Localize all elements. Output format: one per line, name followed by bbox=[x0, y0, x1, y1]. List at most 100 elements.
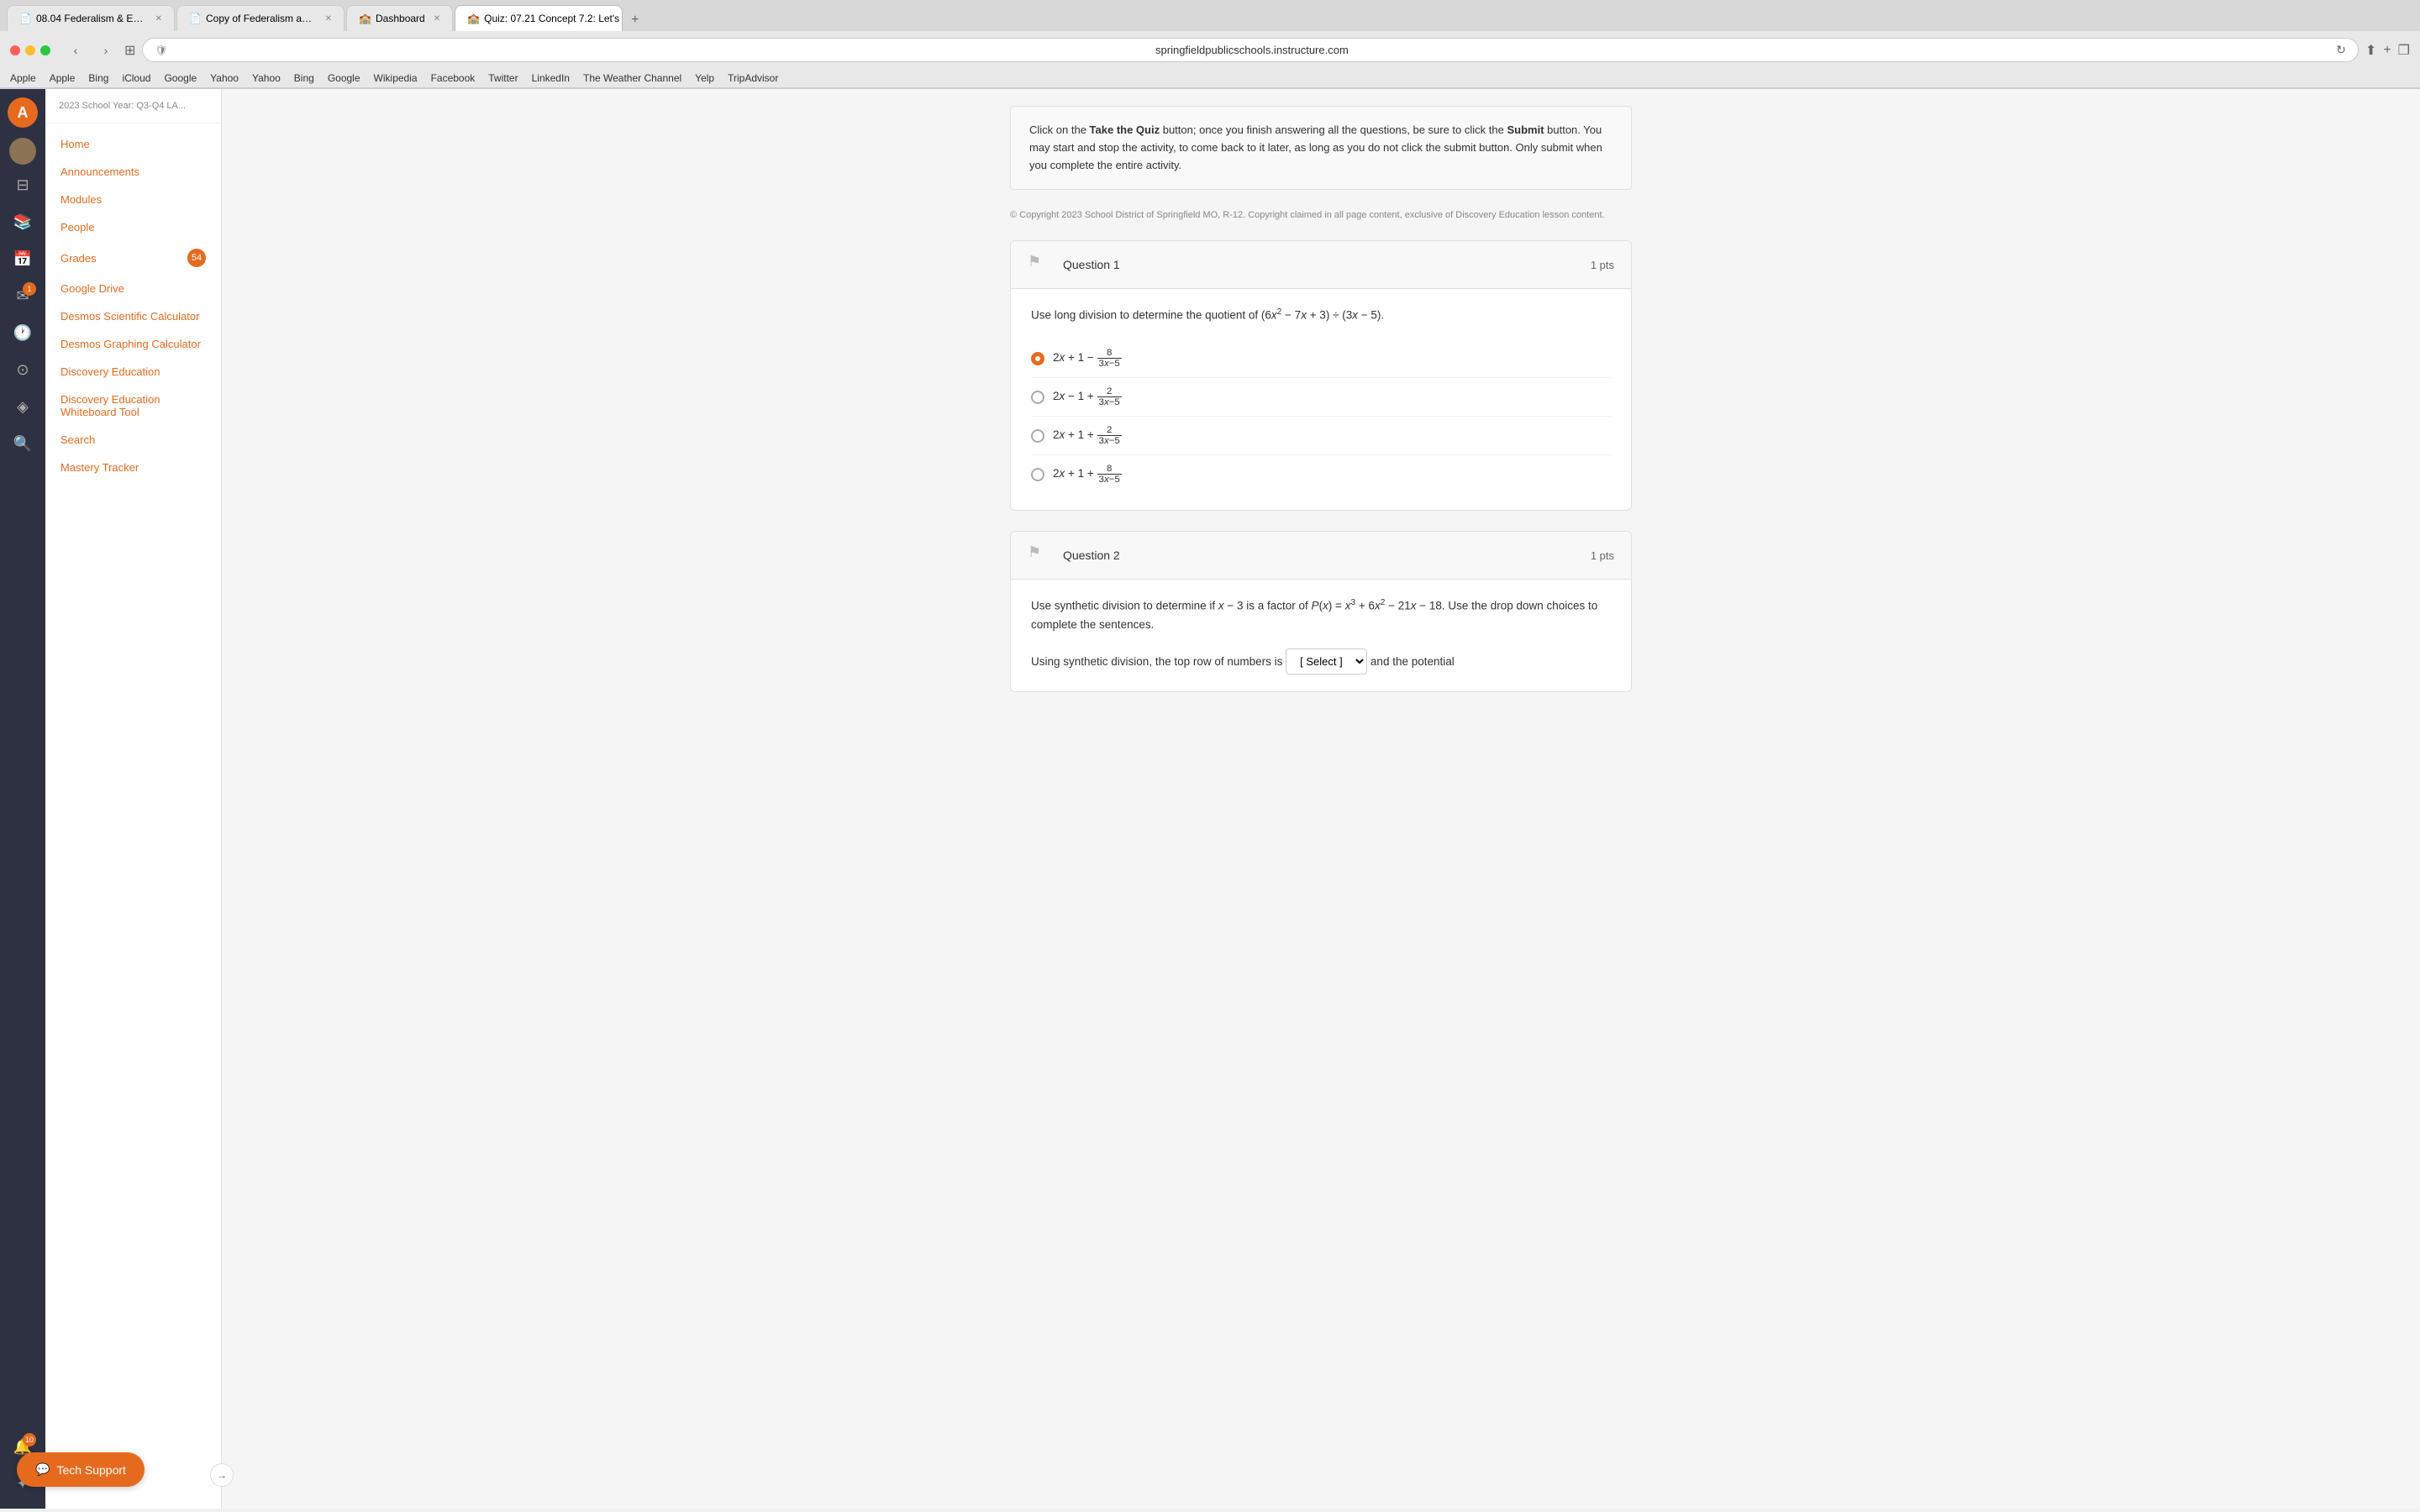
bookmark-facebook[interactable]: Facebook bbox=[431, 72, 476, 84]
nav-item-google-drive[interactable]: Google Drive bbox=[45, 275, 221, 302]
bookmark-google2[interactable]: Google bbox=[328, 72, 360, 84]
q2-partial-text2: and the potential bbox=[1370, 655, 1455, 668]
nav-item-home[interactable]: Home bbox=[45, 130, 221, 158]
bookmark-icloud[interactable]: iCloud bbox=[122, 72, 150, 84]
tabs-bar: 📄 08.04 Federalism & Education ✕ 📄 Copy … bbox=[0, 0, 2420, 31]
tech-support-icon: 💬 bbox=[35, 1462, 50, 1477]
close-window-button[interactable] bbox=[10, 45, 20, 55]
answer-choice-q1a[interactable]: 2x + 1 − 83x−5 bbox=[1031, 339, 1611, 378]
tab-quiz-active[interactable]: 🏫 Quiz: 07.21 Concept 7.2: Let's Practic… bbox=[455, 5, 623, 31]
bookmark-tripadvisor[interactable]: TripAdvisor bbox=[728, 72, 778, 84]
question-2-partial: Using synthetic division, the top row of… bbox=[1031, 648, 1611, 675]
nav-item-desmos-graphing[interactable]: Desmos Graphing Calculator bbox=[45, 330, 221, 358]
bookmark-google1[interactable]: Google bbox=[164, 72, 197, 84]
sidebar-icon-calendar[interactable]: 📅 bbox=[6, 242, 39, 276]
nav-item-desmos-scientific[interactable]: Desmos Scientific Calculator bbox=[45, 302, 221, 330]
collapse-icon: → bbox=[217, 1469, 227, 1481]
grid-icon[interactable]: ⊞ bbox=[124, 42, 135, 59]
bookmarks-bar: Apple Apple Bing iCloud Google Yahoo Yah… bbox=[0, 69, 2420, 88]
choice-text-q1a: 2x + 1 − 83x−5 bbox=[1053, 348, 1122, 369]
copyright-text: © Copyright 2023 School District of Spri… bbox=[1010, 210, 1632, 220]
nav-label-desmos-graphing: Desmos Graphing Calculator bbox=[60, 338, 201, 350]
bookmark-weather-channel[interactable]: The Weather Channel bbox=[583, 72, 681, 84]
nav-label-discovery-education: Discovery Education bbox=[60, 365, 160, 378]
nav-item-people[interactable]: People bbox=[45, 213, 221, 241]
bookmark-twitter[interactable]: Twitter bbox=[488, 72, 518, 84]
browser-chrome: 📄 08.04 Federalism & Education ✕ 📄 Copy … bbox=[0, 0, 2420, 89]
choice-text-q1d: 2x + 1 + 83x−5 bbox=[1053, 464, 1122, 485]
flag-icon-q2[interactable]: ⚑ bbox=[1028, 543, 1048, 567]
sidebar-icon-commons[interactable]: ⊙ bbox=[6, 353, 39, 386]
nav-item-mastery-tracker[interactable]: Mastery Tracker bbox=[45, 454, 221, 481]
nav-label-mastery-tracker: Mastery Tracker bbox=[60, 461, 139, 474]
nav-item-discovery-whiteboard[interactable]: Discovery Education Whiteboard Tool bbox=[45, 386, 221, 426]
address-bar[interactable]: 🛡 springfieldpublicschools.instructure.c… bbox=[142, 38, 2359, 62]
share-button[interactable]: ⬆ bbox=[2365, 42, 2376, 59]
nav-label-discovery-whiteboard: Discovery Education Whiteboard Tool bbox=[60, 393, 206, 418]
bookmark-bing2[interactable]: Bing bbox=[294, 72, 314, 84]
tab-label: 08.04 Federalism & Education bbox=[36, 13, 147, 24]
sidebar-icon-history[interactable]: 🕐 bbox=[6, 316, 39, 349]
answer-choice-q1d[interactable]: 2x + 1 + 83x−5 bbox=[1031, 455, 1611, 493]
avatar[interactable] bbox=[9, 138, 36, 165]
bookmark-apple1[interactable]: Apple bbox=[10, 72, 36, 84]
url-text: springfieldpublicschools.instructure.com bbox=[175, 44, 2330, 56]
back-button[interactable]: ‹ bbox=[64, 39, 87, 62]
minimize-window-button[interactable] bbox=[25, 45, 35, 55]
inbox-badge: 1 bbox=[23, 282, 36, 296]
nav-item-grades[interactable]: Grades 54 bbox=[45, 241, 221, 275]
question-1-card: ⚑ Question 1 1 pts Use long division to … bbox=[1010, 240, 1632, 511]
forward-button[interactable]: › bbox=[94, 39, 118, 62]
tech-support-button[interactable]: 💬 Tech Support bbox=[17, 1452, 145, 1487]
tab-favicon: 📄 bbox=[19, 13, 31, 24]
canvas-sidebar: A ⊟ 📚 📅 ✉ 1 🕐 ⊙ ◈ 🔍 🔔 10 ✦ bbox=[0, 89, 45, 1509]
sidebar-icon-search[interactable]: 🔍 bbox=[6, 427, 39, 460]
new-tab-button[interactable]: + bbox=[624, 9, 645, 31]
sidebar-icon-dashboard[interactable]: ⊟ bbox=[6, 168, 39, 202]
tab-close-venn[interactable]: ✕ bbox=[325, 14, 332, 24]
tab-venn[interactable]: 📄 Copy of Federalism and Education Venn … bbox=[176, 5, 345, 31]
question-2-body: Use synthetic division to determine if x… bbox=[1011, 580, 1631, 691]
radio-q1b[interactable] bbox=[1031, 391, 1044, 404]
bookmark-linkedin[interactable]: LinkedIn bbox=[532, 72, 570, 84]
tab-label-quiz: Quiz: 07.21 Concept 7.2: Let's Practice! bbox=[484, 13, 623, 24]
radio-q1a[interactable] bbox=[1031, 352, 1044, 365]
tab-close-dashboard[interactable]: ✕ bbox=[434, 14, 440, 24]
bookmark-yahoo1[interactable]: Yahoo bbox=[210, 72, 239, 84]
tab-federalism[interactable]: 📄 08.04 Federalism & Education ✕ bbox=[7, 5, 175, 31]
radio-q1d[interactable] bbox=[1031, 468, 1044, 481]
nav-label-google-drive: Google Drive bbox=[60, 282, 124, 295]
tab-close[interactable]: ✕ bbox=[155, 14, 162, 24]
new-tab-icon-button[interactable]: + bbox=[2383, 43, 2391, 58]
radio-q1c[interactable] bbox=[1031, 429, 1044, 443]
nav-item-search[interactable]: Search bbox=[45, 426, 221, 454]
question-2-text: Use synthetic division to determine if x… bbox=[1031, 596, 1611, 633]
windows-button[interactable]: ❐ bbox=[2398, 42, 2410, 59]
course-nav: Home Announcements Modules People Grades… bbox=[45, 123, 221, 488]
nav-label-people: People bbox=[60, 221, 94, 234]
bookmark-bing1[interactable]: Bing bbox=[88, 72, 108, 84]
flag-icon-q1[interactable]: ⚑ bbox=[1028, 253, 1048, 276]
answer-choice-q1c[interactable]: 2x + 1 + 23x−5 bbox=[1031, 417, 1611, 455]
sidebar-icon-studio[interactable]: ◈ bbox=[6, 390, 39, 423]
bookmark-yahoo2[interactable]: Yahoo bbox=[252, 72, 281, 84]
sidebar-icon-inbox[interactable]: ✉ 1 bbox=[6, 279, 39, 312]
sidebar-icon-courses[interactable]: 📚 bbox=[6, 205, 39, 239]
q2-dropdown[interactable]: [ Select ] bbox=[1286, 648, 1367, 675]
window-controls bbox=[10, 45, 50, 55]
tab-dashboard[interactable]: 🏫 Dashboard ✕ bbox=[346, 5, 453, 31]
bookmark-wikipedia[interactable]: Wikipedia bbox=[374, 72, 418, 84]
choice-text-q1c: 2x + 1 + 23x−5 bbox=[1053, 425, 1122, 446]
reload-button[interactable]: ↻ bbox=[2336, 43, 2346, 57]
browser-content: A ⊟ 📚 📅 ✉ 1 🕐 ⊙ ◈ 🔍 🔔 10 ✦ 2023 School Y… bbox=[0, 89, 2420, 1509]
nav-item-announcements[interactable]: Announcements bbox=[45, 158, 221, 186]
maximize-window-button[interactable] bbox=[40, 45, 50, 55]
answer-choice-q1b[interactable]: 2x − 1 + 23x−5 bbox=[1031, 378, 1611, 417]
nav-item-modules[interactable]: Modules bbox=[45, 186, 221, 213]
collapse-sidebar-button[interactable]: → bbox=[210, 1463, 234, 1487]
tab-favicon-venn: 📄 bbox=[189, 13, 201, 24]
nav-item-discovery-education[interactable]: Discovery Education bbox=[45, 358, 221, 386]
canvas-logo[interactable]: A bbox=[8, 97, 38, 128]
bookmark-apple2[interactable]: Apple bbox=[50, 72, 76, 84]
bookmark-yelp[interactable]: Yelp bbox=[695, 72, 714, 84]
